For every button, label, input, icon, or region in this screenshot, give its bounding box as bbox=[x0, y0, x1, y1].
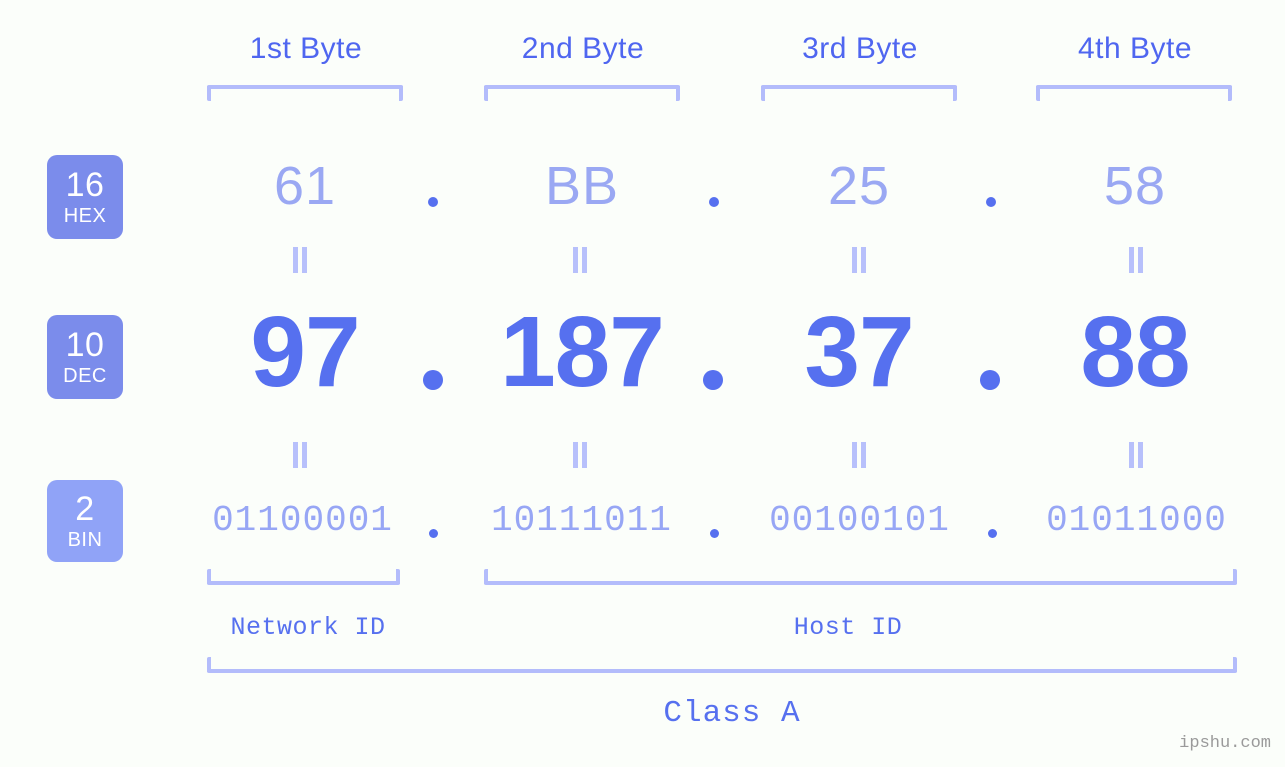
byte-bracket-2 bbox=[484, 85, 680, 101]
network-id-label: Network ID bbox=[230, 613, 386, 642]
bin-separator-1 bbox=[429, 529, 438, 538]
dec-value-2: 187 bbox=[500, 296, 665, 408]
bin-value-3: 00100101 bbox=[769, 500, 950, 541]
hex-separator-3 bbox=[986, 197, 996, 207]
bin-value-4: 01011000 bbox=[1046, 500, 1227, 541]
hex-value-3: 25 bbox=[827, 156, 891, 216]
bin-separator-2 bbox=[710, 529, 719, 538]
dec-value-1: 97 bbox=[250, 296, 360, 408]
equals-sign-dec-bin-4 bbox=[1128, 442, 1144, 468]
equals-sign-hex-dec-3 bbox=[851, 247, 867, 273]
network-id-bracket bbox=[207, 569, 400, 585]
base-badge-bin: 2 BIN bbox=[47, 480, 123, 562]
base-badge-dec-number: 10 bbox=[65, 326, 105, 364]
hex-value-2: BB bbox=[544, 156, 620, 216]
base-badge-bin-name: BIN bbox=[67, 529, 103, 551]
dec-value-4: 88 bbox=[1080, 296, 1190, 408]
bin-value-2: 10111011 bbox=[491, 500, 672, 541]
equals-sign-hex-dec-1 bbox=[292, 247, 308, 273]
base-badge-hex: 16 HEX bbox=[47, 155, 123, 239]
equals-sign-hex-dec-4 bbox=[1128, 247, 1144, 273]
host-id-bracket bbox=[484, 569, 1237, 585]
byte-bracket-1 bbox=[207, 85, 403, 101]
equals-sign-dec-bin-2 bbox=[572, 442, 588, 468]
hex-separator-1 bbox=[428, 197, 438, 207]
dec-separator-1 bbox=[423, 370, 443, 390]
byte-header-3: 3rd Byte bbox=[802, 32, 918, 65]
base-badge-dec-name: DEC bbox=[63, 365, 107, 387]
byte-header-2: 2nd Byte bbox=[521, 32, 645, 65]
base-badge-dec: 10 DEC bbox=[47, 315, 123, 399]
base-badge-hex-number: 16 bbox=[65, 166, 105, 204]
equals-sign-hex-dec-2 bbox=[572, 247, 588, 273]
equals-sign-dec-bin-1 bbox=[292, 442, 308, 468]
dec-separator-2 bbox=[703, 370, 723, 390]
class-label: Class A bbox=[663, 696, 801, 731]
bin-separator-3 bbox=[988, 529, 997, 538]
byte-bracket-3 bbox=[761, 85, 957, 101]
equals-sign-dec-bin-3 bbox=[851, 442, 867, 468]
ip-breakdown-diagram: 1st Byte 2nd Byte 3rd Byte 4th Byte 16 H… bbox=[0, 0, 1285, 767]
base-badge-hex-name: HEX bbox=[63, 205, 107, 227]
dec-value-3: 37 bbox=[804, 296, 914, 408]
hex-value-4: 58 bbox=[1103, 156, 1167, 216]
class-bracket bbox=[207, 657, 1237, 673]
bin-value-1: 01100001 bbox=[212, 500, 393, 541]
dec-separator-3 bbox=[980, 370, 1000, 390]
base-badge-bin-number: 2 bbox=[75, 490, 95, 528]
byte-header-1: 1st Byte bbox=[249, 32, 363, 65]
hex-separator-2 bbox=[709, 197, 719, 207]
byte-header-4: 4th Byte bbox=[1077, 32, 1193, 65]
byte-bracket-4 bbox=[1036, 85, 1232, 101]
hex-value-1: 61 bbox=[273, 156, 337, 216]
watermark: ipshu.com bbox=[1179, 734, 1271, 753]
host-id-label: Host ID bbox=[793, 613, 903, 642]
